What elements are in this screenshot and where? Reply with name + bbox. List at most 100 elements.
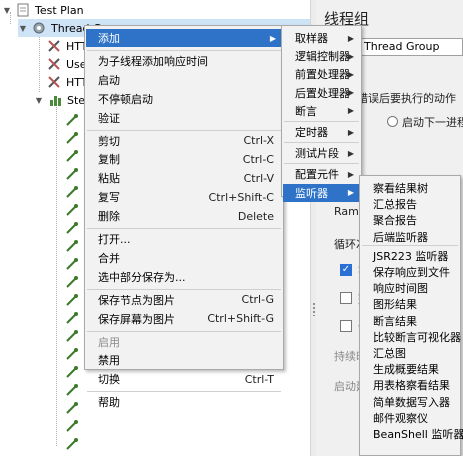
collapse-icon[interactable]: ▼ <box>2 5 12 15</box>
tree-item-pipette[interactable] <box>64 291 84 309</box>
pipette-icon <box>64 148 80 164</box>
tree-item-pipette[interactable] <box>64 399 84 417</box>
tree-item-pipette[interactable] <box>64 381 84 399</box>
context-menu-item[interactable]: 保存节点为图片 Ctrl-G <box>86 291 282 309</box>
context-menu-item-label: 保存节点为图片 <box>98 293 175 307</box>
collapse-icon[interactable]: ▼ <box>18 23 28 33</box>
shortcut-label: Ctrl-V <box>243 171 274 185</box>
name-field[interactable]: Thread Group <box>360 38 463 56</box>
tree-item-pipette[interactable] <box>64 309 84 327</box>
listener-menu-item[interactable]: BeanShell 监听器 <box>361 425 463 443</box>
context-menu-item[interactable]: 打开... <box>86 230 282 248</box>
context-menu-item[interactable]: 添加 ▶ <box>86 29 282 47</box>
context-menu-item[interactable]: 删除 Delete <box>86 207 282 225</box>
tree-item-pipette[interactable] <box>64 273 84 291</box>
add-menu-item[interactable]: 测试片段 ▶ <box>283 144 360 162</box>
context-menu-item-label: 打开... <box>98 233 131 246</box>
tree-item-pipette[interactable] <box>64 183 84 201</box>
tree-item-pipette[interactable] <box>64 219 84 237</box>
tree-item-pipette[interactable] <box>64 201 84 219</box>
submenu-arrow-icon: ▶ <box>347 88 354 98</box>
add-menu-item[interactable]: 后置处理器 ▶ <box>283 84 360 102</box>
tree-item-pipette[interactable] <box>64 111 84 129</box>
bar-chart-icon <box>47 92 63 108</box>
add-menu-item[interactable]: 断言 ▶ <box>283 102 360 120</box>
context-menu-item[interactable]: 选中部分保存为... <box>86 268 282 286</box>
context-menu-item[interactable]: 合并 <box>86 249 282 267</box>
tree-item-pipette[interactable] <box>64 255 84 273</box>
context-menu: 添加 ▶ 为子线程添加响应时间 启动 不停顿启动 验证 剪切 Ctrl-X 复制 Ctrl-C 粘贴… <box>84 25 284 409</box>
tree-item-pipette[interactable] <box>64 417 84 435</box>
context-menu-item[interactable]: 复制 Ctrl-C <box>86 150 282 168</box>
pipette-icon <box>64 346 80 362</box>
listener-menu-item-label: 邮件观察仪 <box>373 411 428 425</box>
pipette-icon <box>64 436 80 452</box>
tree-item-test-plan[interactable]: ▼ Test Plan <box>2 1 84 19</box>
context-menu-item[interactable]: 不停顿启动 <box>86 90 282 108</box>
tree-guide-line <box>39 30 40 92</box>
add-menu-item[interactable]: 前置处理器 ▶ <box>283 65 360 83</box>
pipette-icon <box>64 166 80 182</box>
wrench-icon <box>46 74 62 90</box>
submenu-arrow-icon: ▶ <box>347 33 354 43</box>
context-menu-item-label: 添加 <box>98 32 120 45</box>
context-menu-item[interactable]: 剪切 Ctrl-X <box>86 132 282 150</box>
add-menu-item[interactable]: 配置元件 ▶ <box>283 165 360 183</box>
pipette-icon <box>64 382 80 398</box>
listener-menu-item-label: 保存响应到文件 <box>373 266 450 279</box>
context-menu-item[interactable]: 为子线程添加响应时间 <box>86 52 282 70</box>
add-menu-item-label: 测试片段 <box>295 147 339 161</box>
context-menu-item[interactable]: 切换 Ctrl-T <box>86 370 282 388</box>
shortcut-label: Ctrl-X <box>243 134 274 147</box>
tree-item-pipette[interactable] <box>64 327 84 345</box>
add-menu-item[interactable]: 取样器 ▶ <box>283 29 360 47</box>
test-plan-icon <box>15 2 31 18</box>
context-menu-item-label: 粘贴 <box>98 172 120 186</box>
pipette-icon <box>64 400 80 416</box>
context-menu-item[interactable]: 复写 Ctrl+Shift-C <box>86 188 282 206</box>
context-menu-item[interactable]: 验证 <box>86 109 282 127</box>
start-next-radio[interactable] <box>387 116 398 127</box>
collapse-icon[interactable]: ▼ <box>34 95 44 105</box>
delay-thread-checkbox[interactable] <box>340 292 352 304</box>
pipette-icon <box>64 112 80 128</box>
add-menu-item-label: 配置元件 <box>295 168 339 182</box>
tree-item-pipette[interactable] <box>64 237 84 255</box>
context-menu-item[interactable]: 帮助 <box>86 393 282 411</box>
tree-item-pipette[interactable] <box>64 435 84 453</box>
add-menu-item[interactable]: 逻辑控制器 ▶ <box>283 47 360 65</box>
add-menu-item[interactable]: 定时器 ▶ <box>283 123 360 141</box>
add-menu-item[interactable]: 监听器 ▶ <box>283 183 360 202</box>
tree-item-pipette[interactable] <box>64 345 84 363</box>
context-menu-item-label: 为子线程添加响应时间 <box>98 54 208 68</box>
listener-menu-item-label: 聚合报告 <box>373 214 417 228</box>
menu-separator <box>87 391 281 393</box>
tree-item-pipette[interactable] <box>64 165 84 183</box>
pipette-icon <box>64 220 80 236</box>
listener-submenu: 察看结果树 汇总报告 聚合报告 后端监听器 JSR223 监听器 保存响应到文件 响应时间图… <box>359 175 463 456</box>
tree-item-pipette[interactable] <box>64 129 84 147</box>
context-menu-item[interactable]: 粘贴 Ctrl-V <box>86 169 282 187</box>
submenu-arrow-icon: ▶ <box>347 69 354 79</box>
pipette-icon <box>64 364 80 380</box>
tree-item-pipette[interactable] <box>64 147 84 165</box>
context-menu-item[interactable]: 保存屏幕为图片 Ctrl+Shift-G <box>86 310 282 328</box>
error-action-label: 器错误后要执行的动作 <box>346 92 456 105</box>
context-menu-item-label: 启用 <box>98 335 120 349</box>
tree-item-pipette[interactable] <box>64 363 84 381</box>
listener-menu-item-label: 简单数据写入器 <box>373 395 450 409</box>
pipette-icon <box>64 418 80 434</box>
context-menu-item[interactable]: 禁用 <box>86 351 282 369</box>
listener-menu-item[interactable]: 后端监听器 <box>361 228 459 246</box>
listener-menu-item-label: 响应时间图 <box>373 282 428 296</box>
submenu-arrow-icon: ▶ <box>347 169 354 179</box>
same-user-checkbox[interactable]: ✓ <box>340 264 352 276</box>
context-menu-item[interactable]: 启动 <box>86 71 282 89</box>
context-menu-item-label: 删除 <box>98 210 120 224</box>
menu-separator <box>87 288 281 290</box>
listener-menu-item-label: 汇总报告 <box>373 198 417 212</box>
menu-separator <box>87 49 281 51</box>
context-menu-item-label: 复写 <box>98 191 120 205</box>
scheduler-checkbox[interactable] <box>340 320 352 332</box>
submenu-arrow-icon: ▶ <box>347 188 354 198</box>
